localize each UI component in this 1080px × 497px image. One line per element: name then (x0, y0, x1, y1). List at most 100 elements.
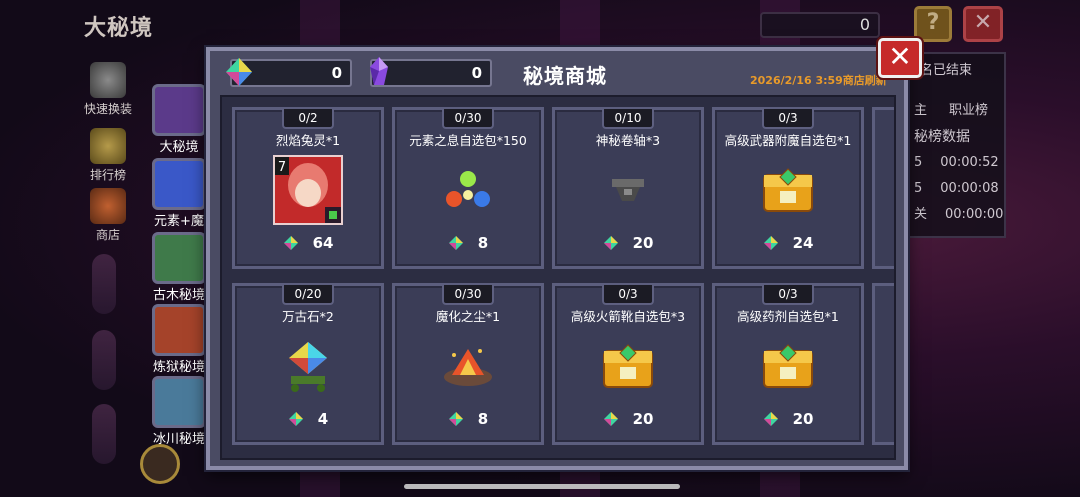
trophy-icon (90, 128, 126, 164)
rank-panel: 名已结束 主 职业榜 秘榜数据 5 00:00:52 5 00:00:08 关 … (900, 52, 1006, 238)
rainbow-gem-icon (763, 412, 778, 426)
quick-equip-button[interactable]: 快速换装 (78, 62, 138, 117)
item-name: 元素之息自选包*150 (409, 133, 527, 148)
dungeon-item[interactable]: 大秘境 (148, 84, 210, 155)
shop-label: 商店 (95, 228, 120, 242)
stock-counter: 0/10 (602, 109, 654, 129)
scroll-icon (592, 154, 664, 226)
golden-chest-icon (752, 154, 824, 226)
item-name: 烈焰兔灵*1 (275, 133, 341, 148)
rank-cell: 5 (914, 155, 923, 170)
scene-close-button[interactable]: ✕ (963, 6, 1003, 42)
shop-item-card[interactable]: 0/20 万古石*2 4 (232, 283, 384, 445)
stock-counter: 0/2 (282, 109, 334, 129)
shop-button[interactable]: 商店 (78, 188, 138, 243)
stock-counter: 0/3 (762, 285, 814, 305)
shop-item-card-partial[interactable] (872, 107, 894, 269)
price-row: 64 (235, 234, 381, 252)
item-name: 神秘卷轴*3 (595, 133, 661, 148)
item-name: 魔化之尘*1 (435, 309, 501, 324)
rank-row: 5 00:00:52 (902, 150, 1004, 176)
shop-item-card[interactable]: 0/10 神秘卷轴*3 20 (552, 107, 704, 269)
shop-item-card-partial[interactable] (872, 283, 894, 445)
level-badge: 7 (278, 160, 286, 175)
item-price: 24 (792, 234, 814, 252)
location-pin-icon[interactable] (140, 444, 180, 484)
shop-item-card[interactable]: 0/3 高级药剂自选包*1 20 (712, 283, 864, 445)
item-price: 20 (792, 410, 814, 428)
dungeon-item[interactable]: 冰川秘境 (148, 376, 210, 447)
dungeon-label: 古木秘境 (152, 288, 205, 303)
dungeon-label: 冰川秘境 (152, 432, 205, 447)
item-price: 20 (632, 234, 654, 252)
dungeon-label: 大秘境 (159, 140, 199, 155)
stock-counter: 0/3 (602, 285, 654, 305)
ancient-stone-icon (272, 330, 344, 402)
price-row: 20 (715, 410, 861, 428)
rank-time: 00:00:52 (940, 155, 999, 170)
stock-counter: 0/30 (442, 109, 494, 129)
rank-cell: 5 (914, 181, 923, 196)
stock-counter: 0/3 (762, 109, 814, 129)
rainbow-gem-icon (288, 412, 303, 426)
rainbow-gem-icon (603, 236, 618, 250)
golden-chest-icon (752, 330, 824, 402)
purple-crystal-icon (370, 57, 388, 85)
shop-item-card[interactable]: 0/2 烈焰兔灵*1 7 64 (232, 107, 384, 269)
dungeon-label: 炼狱秘境 (152, 360, 205, 375)
rainbow-gem-icon (226, 58, 252, 86)
rainbow-gem-icon (448, 236, 463, 250)
price-row: 8 (395, 234, 541, 252)
golden-chest-icon (592, 330, 664, 402)
quick-equip-label: 快速换装 (83, 102, 132, 116)
portal-icon (152, 376, 206, 428)
tab-job[interactable]: 职业榜 (949, 98, 988, 124)
item-name: 高级药剂自选包*1 (737, 309, 839, 324)
stock-counter: 0/30 (442, 285, 494, 305)
flame-rabbit-spirit-icon: 7 (272, 154, 344, 226)
shop-modal: 0 0 秘境商城 2026/2/16 3:59商店刷新 ✕ 0/2 烈焰兔灵*1… (206, 38, 922, 470)
home-indicator[interactable] (404, 484, 680, 489)
rainbow-gem-value: 0 (331, 64, 342, 82)
dungeon-item[interactable]: 古木秘境 (148, 232, 210, 303)
price-row: 24 (715, 234, 861, 252)
portal-icon (152, 232, 206, 284)
item-name: 高级火箭靴自选包*3 (570, 309, 686, 324)
rainbow-gem-balance: 0 (226, 58, 352, 87)
progress-track (92, 330, 116, 390)
shop-close-button[interactable]: ✕ (878, 38, 922, 78)
price-row: 8 (395, 410, 541, 428)
element-orbs-icon (432, 154, 504, 226)
scene-title: 大秘境 (84, 16, 154, 41)
portal-icon (152, 158, 206, 210)
portal-icon (152, 304, 206, 356)
tab-main[interactable]: 主 (914, 98, 927, 124)
rainbow-gem-icon (603, 412, 618, 426)
shop-title: 秘境商城 (523, 64, 607, 88)
shop-item-card[interactable]: 0/30 魔化之尘*1 8 (392, 283, 544, 445)
portal-icon (152, 84, 206, 136)
price-row: 20 (555, 234, 701, 252)
help-button[interactable]: ? (914, 6, 952, 42)
item-price: 64 (312, 234, 334, 252)
refresh-time: 2026/2/16 3:59商店刷新 (750, 74, 887, 87)
shop-item-grid[interactable]: 0/2 烈焰兔灵*1 7 64 0/30 元素之息自选包*150 8 0/10 … (220, 95, 896, 460)
armor-swap-icon (90, 62, 126, 98)
price-row: 20 (555, 410, 701, 428)
item-name: 万古石*2 (282, 309, 334, 324)
close-icon: ✕ (888, 40, 912, 73)
rainbow-gem-icon (448, 412, 463, 426)
rainbow-gem-icon (763, 236, 778, 250)
price-row: 4 (235, 410, 381, 428)
item-name: 高级武器附魔自选包*1 (724, 133, 852, 148)
shop-item-card[interactable]: 0/30 元素之息自选包*150 8 (392, 107, 544, 269)
dungeon-item[interactable]: 炼狱秘境 (148, 304, 210, 375)
rank-time: 00:00:08 (940, 181, 999, 196)
purple-crystal-value: 0 (471, 64, 482, 82)
shop-item-card[interactable]: 0/3 高级武器附魔自选包*1 24 (712, 107, 864, 269)
shop-item-card[interactable]: 0/3 高级火箭靴自选包*3 20 (552, 283, 704, 445)
rank-time: 00:00:00 (945, 207, 1004, 222)
leaderboard-label: 排行榜 (89, 168, 126, 182)
leaderboard-button[interactable]: 排行榜 (78, 128, 138, 183)
rank-row: 关 00:00:00 (902, 202, 1004, 228)
